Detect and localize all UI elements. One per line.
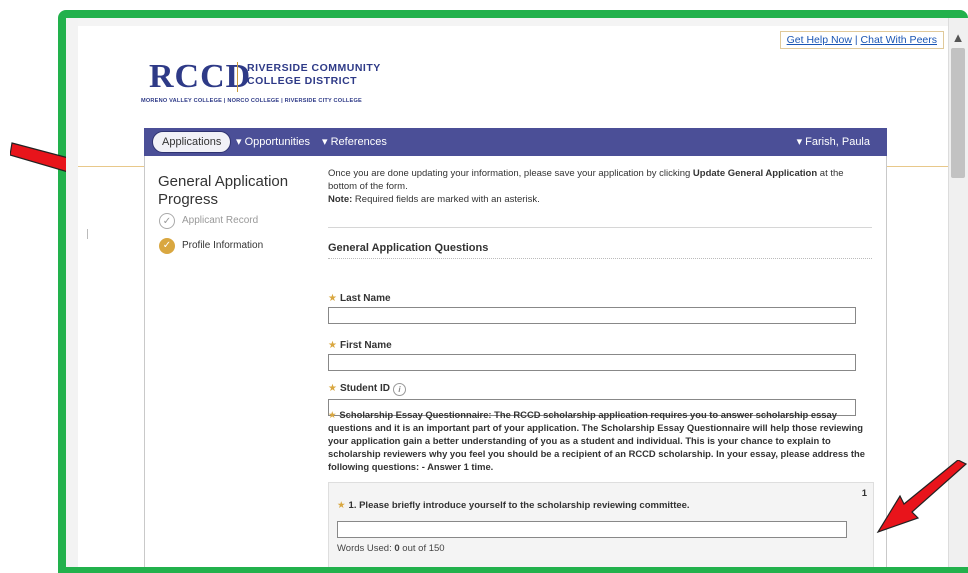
chat-with-peers-link[interactable]: Chat With Peers (861, 34, 937, 46)
last-name-label-text: Last Name (339, 293, 391, 304)
section-title: General Application Questions (328, 242, 489, 254)
note-text: Required fields are marked with an aster… (352, 194, 540, 205)
logo-name-line2: COLLEGE DISTRICT (247, 75, 358, 87)
logo-acronym: RCCD (149, 58, 252, 95)
required-star-icon: ★ (328, 409, 337, 420)
application-form: Once you are done updating your informat… (306, 156, 887, 567)
essay-prompt-text: Scholarship Essay Questionnaire: The RCC… (328, 409, 865, 472)
required-star-icon: ★ (328, 293, 337, 304)
scrollbar-thumb[interactable] (951, 48, 965, 178)
step-label: Profile Information (182, 240, 264, 251)
progress-sidebar: General Application Progress ✓ Applicant… (144, 156, 307, 567)
question-label: ★ 1. Please briefly introduce yourself to… (337, 500, 690, 511)
student-id-label-text: Student ID (339, 383, 390, 394)
check-circle-filled-icon: ✓ (159, 238, 175, 254)
last-name-input[interactable] (328, 307, 856, 324)
required-star-icon: ★ (328, 340, 337, 351)
nav-references-menu[interactable]: ▾ References (322, 135, 387, 148)
section-divider (328, 258, 872, 259)
help-links: Get Help Now | Chat With Peers (779, 31, 944, 49)
logo-name-line1: RIVERSIDE COMMUNITY (247, 62, 381, 74)
required-star-icon: ★ (337, 500, 346, 511)
get-help-link[interactable]: Get Help Now (787, 34, 852, 46)
logo-colleges: MORENO VALLEY COLLEGE | NORCO COLLEGE | … (141, 98, 362, 104)
main-nav-bar: Applications ▾ Opportunities ▾ Reference… (144, 128, 887, 156)
essay-questionnaire-prompt: ★ Scholarship Essay Questionnaire: The RC… (328, 408, 873, 473)
intro-text-part1: Once you are done updating your informat… (328, 168, 693, 179)
essay-question-box: 1 ★ 1. Please briefly introduce yourself … (328, 482, 874, 567)
step-connector (87, 229, 88, 239)
intro-text: Once you are done updating your informat… (328, 167, 873, 206)
nav-opportunities-menu[interactable]: ▾ Opportunities (236, 135, 310, 148)
nav-user-menu[interactable]: ▾ Farish, Paula (797, 135, 870, 148)
required-star-icon: ★ (328, 383, 337, 394)
first-name-input[interactable] (328, 354, 856, 371)
question-counter: 1 (861, 488, 867, 499)
first-name-label-text: First Name (339, 340, 392, 351)
red-arrow-annotation-right (876, 460, 968, 534)
info-icon[interactable]: i (392, 383, 406, 396)
scroll-up-arrow-icon[interactable]: ▲ (950, 30, 966, 46)
essay-answer-input[interactable] (337, 521, 847, 538)
last-name-label: ★ Last Name (328, 293, 391, 304)
first-name-label: ★ First Name (328, 340, 392, 351)
divider (328, 227, 872, 228)
step-label: Applicant Record (182, 215, 259, 226)
word-count-prefix: Words Used: (337, 543, 395, 554)
question-text: 1. Please briefly introduce yourself to … (348, 500, 690, 511)
progress-title: General Application Progress (158, 173, 289, 208)
help-links-separator: | (854, 34, 858, 46)
nav-applications-button[interactable]: Applications (152, 131, 232, 153)
note-label: Note: (328, 194, 353, 205)
browser-viewport: Get Help Now | Chat With Peers RCCD RIVE… (66, 18, 968, 567)
logo-divider (237, 62, 238, 92)
student-id-label: ★ Student ID i (328, 383, 406, 396)
word-count: Words Used: 0 out of 150 (337, 543, 445, 554)
check-circle-icon: ✓ (159, 213, 175, 229)
intro-text-bold: Update General Application (692, 168, 818, 179)
word-count-suffix: out of 150 (399, 543, 445, 554)
